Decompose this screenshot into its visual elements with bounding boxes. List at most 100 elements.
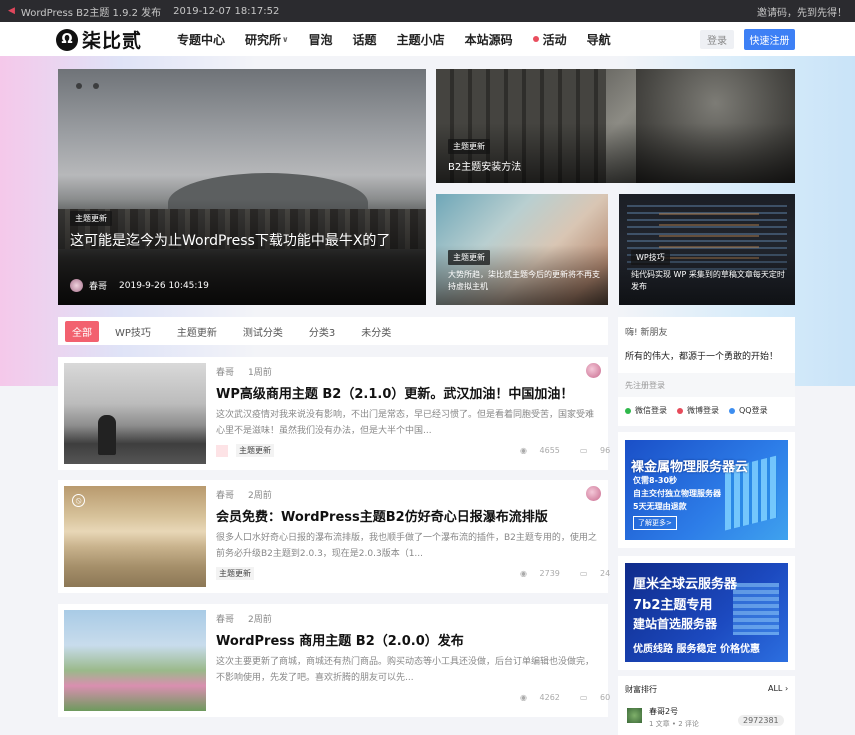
views-count: ◉ 2739	[520, 569, 570, 578]
views-value: 2739	[539, 569, 560, 578]
announcement-date: 2019-12-07 18:17:52	[173, 5, 280, 17]
hero-card-title[interactable]: B2主题安装方法	[448, 158, 521, 173]
ad-more-button[interactable]: 了解更多>	[633, 516, 677, 530]
ad-cloud-server[interactable]: 厘米全球云服务器 7b2主题专用 建站首选服务器 优质线路 服务稳定 价格优惠	[625, 563, 788, 662]
nav-item-events[interactable]: 活动	[532, 31, 567, 48]
register-button[interactable]: 快速注册	[744, 29, 795, 50]
comments-count: ▭ 96	[580, 446, 620, 455]
site-logo[interactable]: Ω 柒比贰	[56, 26, 142, 53]
chevron-right-icon: ›	[784, 684, 789, 693]
hero-card-bottom-right[interactable]: WP技巧 纯代码实现 WP 采集到的草稿文章每天定时发布	[619, 194, 795, 305]
comment-icon: ▭	[579, 693, 590, 702]
nav-item-source[interactable]: 本站源码	[465, 31, 513, 48]
hero-main-tag[interactable]: 主题更新	[70, 211, 112, 226]
comments-count: ▭ 60	[580, 693, 620, 702]
category-icon	[216, 444, 228, 457]
post-thumbnail[interactable]: ⦸	[64, 486, 206, 587]
hero-card-top-right[interactable]: 主题更新 B2主题安装方法	[436, 69, 795, 183]
post-card[interactable]: 春哥 1周前 WP高级商用主题 B2（2.1.0）更新。武汉加油！中国加油！ 这次…	[58, 357, 655, 470]
tab-category-3[interactable]: 分类3	[309, 324, 335, 339]
comments-value: 60	[600, 693, 611, 702]
post-author[interactable]: 春哥	[216, 491, 234, 501]
nav-label: 导航	[586, 32, 611, 47]
avatar[interactable]	[70, 279, 83, 292]
ban-icon: ⦸	[72, 494, 85, 507]
post-excerpt: 这次主要更新了商城，商城还有热门商品。购买动态等小工具还没做，后台订单编辑也没做…	[216, 657, 595, 683]
hero-main-date: 2019-9-26 10:45:19	[119, 280, 209, 291]
hero-card-title[interactable]: 大势所趋，柒比贰主题今后的更新将不再支持虚拟主机	[448, 269, 600, 293]
post-title[interactable]: 会员免费：WordPress主题B2仿好奇心日报瀑布流排版	[216, 506, 548, 525]
nav-item-shop[interactable]: 主题小店	[397, 31, 445, 48]
ad-line: 自主交付独立物理服务器	[633, 489, 721, 498]
post-title[interactable]: WP高级商用主题 B2（2.1.0）更新。武汉加油！中国加油！	[216, 383, 573, 402]
post-thumbnail[interactable]	[64, 363, 206, 464]
nav-label: 研究所	[245, 32, 282, 47]
avatar[interactable]	[586, 363, 601, 378]
ranking-user-stats: 1 文章 • 2 评论	[649, 720, 699, 728]
chevron-down-icon: ∨	[282, 34, 289, 44]
login-button[interactable]: 登录	[700, 30, 734, 49]
nav-label: 冒泡	[308, 32, 333, 47]
views-count: ◉ 4655	[520, 446, 570, 455]
carousel-dot[interactable]	[76, 83, 82, 89]
hero-main-card[interactable]: 主题更新 这可能是迄今为止WordPress下载功能中最牛X的了 春哥 2019…	[58, 69, 426, 305]
wechat-icon	[625, 407, 631, 414]
nav-item-research[interactable]: 研究所 ∨	[245, 31, 289, 48]
ranking-score-badge: 2972381	[738, 715, 784, 726]
hero-card-tag[interactable]: 主题更新	[448, 139, 490, 154]
post-time: 2周前	[248, 615, 272, 625]
nav-item-bubble[interactable]: 冒泡	[309, 31, 333, 48]
nav-label: 话题	[352, 32, 377, 47]
ranking-user-name[interactable]: 春哥2号	[649, 706, 678, 717]
hero-card-tag[interactable]: 主题更新	[448, 250, 490, 265]
post-card[interactable]: 春哥 2周前 WordPress 商用主题 B2（2.0.0）发布 这次主要更新了…	[58, 604, 655, 717]
post-author[interactable]: 春哥	[216, 368, 234, 378]
wechat-login[interactable]: 微信登录	[625, 405, 667, 416]
post-excerpt: 很多人口水好奇心日报的瀑布流排版，我也顺手做了一个瀑布流的插件，B2主题专用的，…	[216, 533, 597, 559]
nav-item-topics[interactable]: 专题中心	[177, 31, 225, 48]
view-all-label: ALL	[768, 684, 783, 693]
post-title[interactable]: WordPress 商用主题 B2（2.0.0）发布	[216, 630, 464, 649]
invite-code-link[interactable]: 邀请码，先到先得！	[757, 4, 847, 19]
nav-label: 活动	[542, 32, 567, 47]
login-prompt-text[interactable]: 先注册登录	[625, 380, 665, 391]
eye-icon: ◉	[520, 569, 530, 578]
social-login-row: 微信登录 微博登录 QQ登录	[625, 405, 778, 416]
category-label[interactable]: 主题更新	[236, 444, 274, 457]
hero-card-title[interactable]: 纯代码实现 WP 采集到的草稿文章每天定时发布	[631, 269, 789, 293]
category-label[interactable]: 主题更新	[216, 567, 254, 580]
carousel-dot[interactable]	[93, 83, 99, 89]
comments-count: ▭ 24	[580, 569, 620, 578]
nav-item-guide[interactable]: 导航	[587, 31, 611, 48]
ad-bare-metal-server[interactable]: 裸金属物理服务器云 仅需8-30秒 自主交付独立物理服务器 5天无理由退款 了解…	[625, 440, 788, 540]
post-card[interactable]: ⦸ 春哥 2周前 会员免费：WordPress主题B2仿好奇心日报瀑布流排版 很多…	[58, 480, 655, 593]
post-meta: 春哥 1周前	[216, 365, 272, 378]
tab-all[interactable]: 全部	[65, 320, 99, 342]
post-thumbnail[interactable]	[64, 610, 206, 711]
post-author[interactable]: 春哥	[216, 615, 234, 625]
hero-card-bottom-left[interactable]: 主题更新 大势所趋，柒比贰主题今后的更新将不再支持虚拟主机	[436, 194, 608, 305]
ad-headline: 裸金属物理服务器云	[631, 460, 749, 475]
tab-theme-updates[interactable]: 主题更新	[177, 324, 217, 339]
view-all-link[interactable]: ALL ›	[768, 684, 788, 693]
nav-item-topic[interactable]: 话题	[353, 31, 377, 48]
weibo-login[interactable]: 微博登录	[677, 405, 719, 416]
views-value: 4262	[539, 693, 560, 702]
qq-icon	[729, 407, 735, 414]
comments-value: 24	[600, 569, 611, 578]
post-meta: 春哥 2周前	[216, 612, 272, 625]
tab-test-category[interactable]: 测试分类	[243, 324, 283, 339]
avatar[interactable]	[627, 708, 642, 723]
comment-icon: ▭	[579, 569, 590, 578]
hero-main-title[interactable]: 这可能是迄今为止WordPress下载功能中最牛X的了	[70, 231, 415, 251]
hero-main-author[interactable]: 春哥	[89, 279, 107, 292]
slogan-text: 所有的伟大，都源于一个勇敢的开始！	[625, 352, 779, 362]
tab-wp-tips[interactable]: WP技巧	[115, 324, 151, 339]
announcement-link[interactable]: WordPress B2主题 1.9.2 发布	[21, 4, 161, 19]
avatar[interactable]	[586, 486, 601, 501]
tab-uncategorized[interactable]: 未分类	[361, 324, 391, 339]
hero-main-meta: 春哥 2019-9-26 10:45:19	[70, 279, 209, 292]
hero-card-tag[interactable]: WP技巧	[631, 250, 670, 265]
qq-login[interactable]: QQ登录	[729, 405, 768, 416]
weibo-icon	[677, 407, 683, 414]
